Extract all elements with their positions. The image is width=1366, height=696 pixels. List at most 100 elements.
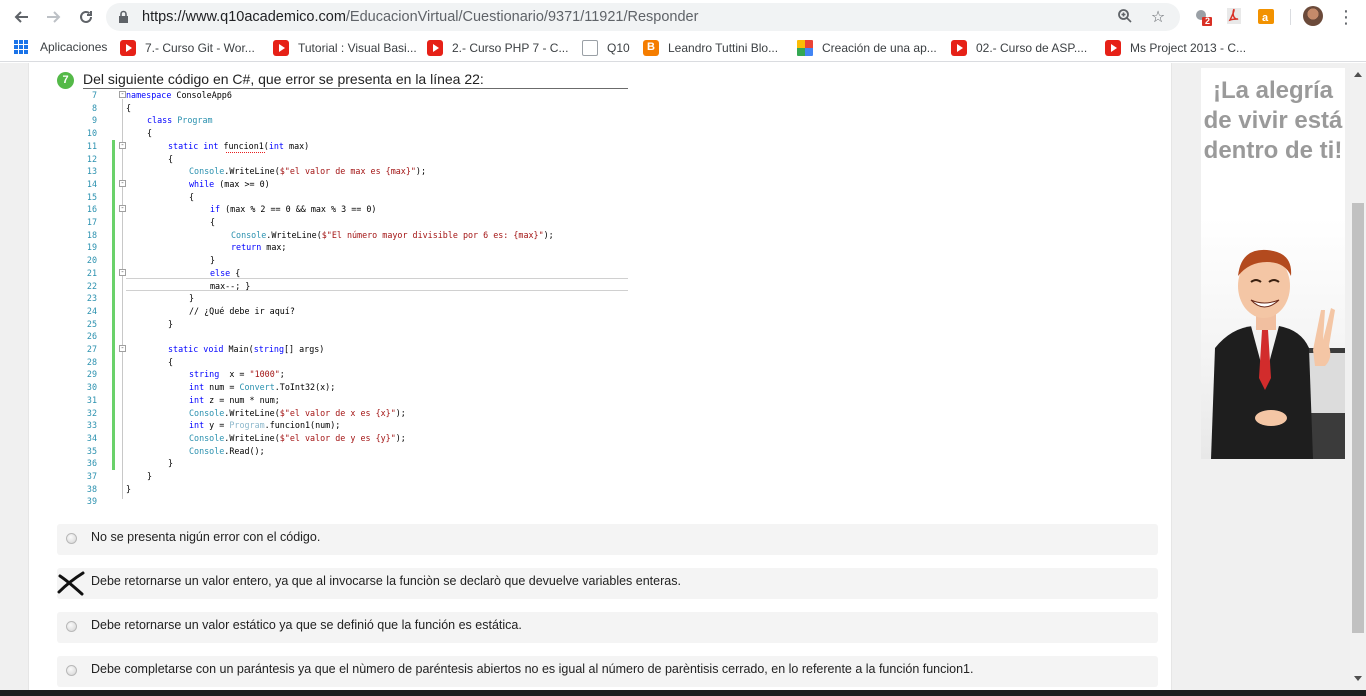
code-token: if xyxy=(210,204,221,215)
line-number: 35 xyxy=(86,445,97,456)
code-token: (max >= 0) xyxy=(214,178,270,189)
code-token: Console xyxy=(189,166,225,177)
url-host: https://www.q10academico.com xyxy=(142,9,346,25)
code-line-17: { xyxy=(210,217,216,227)
code-token: int xyxy=(268,140,284,151)
code-token: (max % 2 == 0 && max % 3 == 0) xyxy=(220,204,377,215)
code-token: int xyxy=(189,394,205,405)
code-line-37: } xyxy=(147,471,153,481)
bookmark-item[interactable]: Ms Project 2013 - C... xyxy=(1105,40,1246,56)
code-line-7: namespace ConsoleApp6 xyxy=(126,89,232,102)
code-token: .WriteLine( xyxy=(224,432,280,443)
question-text: Del siguiente código en C#, que error se… xyxy=(83,71,484,87)
code-token: "1000" xyxy=(249,369,280,380)
answer-option[interactable]: No se presenta nigún error con el código… xyxy=(57,524,1158,555)
fold-toggle-icon: - xyxy=(119,204,126,212)
bookmark-item[interactable]: 02.- Curso de ASP.... xyxy=(951,40,1087,56)
menu-dots-icon[interactable]: ⋮ xyxy=(1334,5,1358,29)
code-token: static int xyxy=(168,140,219,151)
line-number: 33 xyxy=(86,420,97,431)
bookmark-star-icon[interactable]: ☆ xyxy=(1149,8,1167,26)
radio-button[interactable] xyxy=(66,621,77,632)
sidebar-ad[interactable]: ¡La alegría de vivir está dentro de ti! xyxy=(1201,68,1345,459)
code-token: Program xyxy=(172,115,213,126)
scroll-up-arrow-icon[interactable] xyxy=(1354,72,1362,77)
line-number: 31 xyxy=(86,394,97,405)
code-line-30: int num = Convert.ToInt32(x); xyxy=(126,381,335,394)
line-number: 32 xyxy=(86,407,97,418)
scrollbar-thumb[interactable] xyxy=(1352,203,1364,633)
bookmark-item[interactable]: 7.- Curso Git - Wor... xyxy=(120,40,255,56)
code-token: string xyxy=(189,369,220,380)
answer-option[interactable]: Debe completarse con un parántesis ya qu… xyxy=(57,656,1158,687)
radio-button[interactable] xyxy=(66,533,77,544)
code-token: else xyxy=(210,267,231,278)
line-number: 14 xyxy=(86,178,97,189)
code-line-23: } xyxy=(189,293,195,304)
youtube-icon xyxy=(1105,40,1121,56)
extension-icon[interactable]: 2 xyxy=(1193,7,1213,27)
amazon-extension-icon[interactable]: a xyxy=(1257,7,1277,27)
youtube-icon xyxy=(273,40,289,56)
code-line-15: { xyxy=(189,191,195,202)
profile-avatar[interactable] xyxy=(1303,6,1323,26)
bookmark-item[interactable]: Tutorial : Visual Basi... xyxy=(273,40,417,56)
line-number: 12 xyxy=(86,153,97,164)
bookmark-item[interactable]: Creación de una ap... xyxy=(797,40,937,56)
fold-toggle-icon: - xyxy=(119,179,126,187)
zoom-icon[interactable] xyxy=(1116,8,1134,26)
apps-grid-icon xyxy=(14,40,28,54)
code-token: .ToInt32(x); xyxy=(274,382,336,393)
code-token: $"el valor de max es {max}" xyxy=(279,166,416,177)
url-path: /EducacionVirtual/Cuestionario/9371/1192… xyxy=(345,9,699,25)
code-token: return xyxy=(231,242,262,253)
bookmark-label: Tutorial : Visual Basi... xyxy=(298,41,417,55)
code-token: Program xyxy=(229,420,265,431)
code-token: while xyxy=(189,178,215,189)
microsoft-icon xyxy=(797,40,813,56)
code-line-11: static int funcion1(int max) xyxy=(126,140,309,153)
code-line-19: return max; xyxy=(126,241,286,254)
code-token: [] args) xyxy=(284,344,325,354)
answer-label: Debe completarse con un parántesis ya qu… xyxy=(91,662,974,676)
youtube-icon xyxy=(951,40,967,56)
code-line-36: } xyxy=(168,458,174,469)
fold-toggle-icon: - xyxy=(119,344,126,352)
code-token: max) xyxy=(283,140,310,151)
code-line-32: Console.WriteLine($"el valor de x es {x}… xyxy=(126,407,406,420)
bookmark-apps[interactable]: Aplicaciones xyxy=(14,40,107,54)
bookmark-item[interactable]: Leandro Tuttini Blo... xyxy=(643,40,778,56)
code-line-22: max--; } xyxy=(210,280,251,291)
code-line-21: else { xyxy=(126,267,240,280)
bookmark-label: 02.- Curso de ASP.... xyxy=(976,41,1088,55)
youtube-icon xyxy=(120,40,136,56)
code-line-29: string x = "1000"; xyxy=(126,368,285,381)
line-number: 24 xyxy=(86,305,97,316)
answer-option[interactable]: Debe retornarse un valor estático ya que… xyxy=(57,612,1158,643)
radio-button[interactable] xyxy=(66,665,77,676)
code-line-8: { xyxy=(126,102,132,113)
code-line-38: } xyxy=(126,483,132,494)
back-arrow-icon[interactable] xyxy=(9,5,33,29)
line-number: 16 xyxy=(86,204,97,215)
scroll-down-arrow-icon[interactable] xyxy=(1354,676,1362,681)
code-token: Convert xyxy=(239,382,275,393)
url-text: https://www.q10academico.com/EducacionVi… xyxy=(142,9,698,25)
code-token: int xyxy=(189,382,205,393)
pdf-extension-icon[interactable] xyxy=(1225,7,1245,27)
page-scrollbar[interactable] xyxy=(1350,63,1366,690)
line-number: 30 xyxy=(86,382,97,393)
bookmark-item[interactable]: 2.- Curso PHP 7 - C... xyxy=(427,40,568,56)
bookmark-label: 2.- Curso PHP 7 - C... xyxy=(452,41,569,55)
address-bar[interactable]: https://www.q10academico.com/EducacionVi… xyxy=(106,3,1180,31)
answer-option[interactable]: Debe retornarse un valor entero, ya que … xyxy=(57,568,1158,599)
youtube-icon xyxy=(427,40,443,56)
code-token: x = xyxy=(219,369,250,380)
fold-toggle-icon: - xyxy=(119,141,126,149)
lock-icon xyxy=(118,10,129,29)
forward-arrow-icon[interactable] xyxy=(42,5,66,29)
reload-icon[interactable] xyxy=(74,5,98,29)
code-line-9: class Program xyxy=(126,114,213,127)
bookmark-item[interactable]: Q10 xyxy=(582,40,630,56)
code-token: funcion1( xyxy=(218,140,269,151)
